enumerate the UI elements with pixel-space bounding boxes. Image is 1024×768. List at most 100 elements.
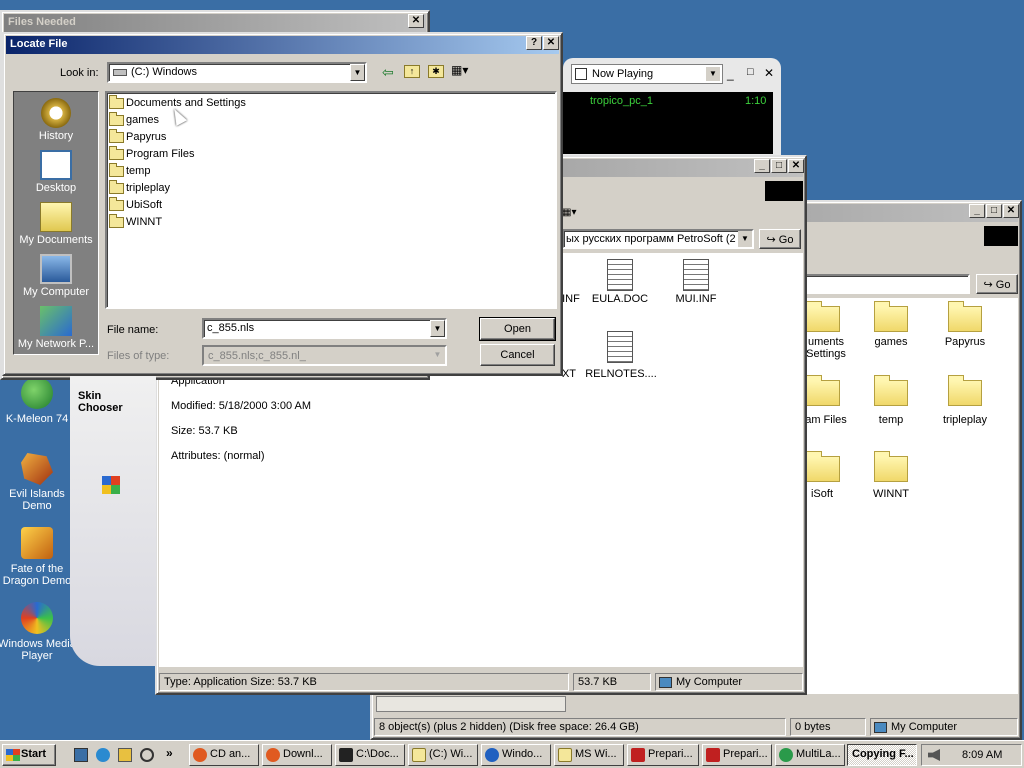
maximize-button[interactable]: □ bbox=[747, 66, 754, 78]
file-name-label: File name: bbox=[107, 324, 159, 336]
folder-icon bbox=[109, 145, 124, 160]
files-of-type-dropdown: c_855.nls;c_855.nl_ ▼ bbox=[202, 345, 447, 366]
zone-label: My Computer bbox=[891, 721, 958, 733]
folder-icon bbox=[558, 748, 572, 762]
list-item[interactable]: tripleplay bbox=[109, 179, 553, 199]
folder-label: Papyrus bbox=[944, 336, 986, 348]
task-button[interactable]: (C:) Wi... bbox=[408, 744, 478, 766]
kmeleon-icon bbox=[21, 377, 53, 409]
view-menu-icon[interactable]: ▦▾ bbox=[451, 63, 468, 77]
list-item[interactable]: WINNT bbox=[109, 213, 553, 233]
file-label: UbiSoft bbox=[126, 199, 163, 211]
my-computer-icon bbox=[40, 254, 72, 284]
file-size: Size: 53.7 KB bbox=[171, 425, 238, 437]
folder-icon bbox=[109, 179, 124, 194]
list-item[interactable]: Program Files bbox=[109, 145, 553, 165]
maximize-button[interactable]: □ bbox=[771, 159, 787, 173]
internet-explorer-icon[interactable] bbox=[96, 748, 110, 762]
places-my-computer[interactable]: My Computer bbox=[14, 254, 98, 298]
file-label: MUI.INF bbox=[675, 293, 717, 305]
system-tray: 8:09 AM bbox=[921, 744, 1022, 766]
folder-icon bbox=[874, 451, 908, 482]
task-button[interactable]: Prepari... bbox=[627, 744, 699, 766]
chevron-down-icon[interactable]: ▼ bbox=[430, 320, 445, 337]
now-playing-dropdown[interactable]: Now Playing ▼ bbox=[571, 64, 723, 84]
list-item[interactable]: UbiSoft bbox=[109, 196, 553, 216]
status-bar: Type: Application Size: 53.7 KB 53.7 KB … bbox=[159, 673, 805, 693]
places-my-documents[interactable]: My Documents bbox=[14, 202, 98, 246]
close-button[interactable]: ✕ bbox=[788, 159, 804, 173]
status-bytes: 0 bytes bbox=[790, 718, 866, 736]
outlook-icon[interactable] bbox=[118, 748, 132, 762]
file-name-input[interactable]: c_855.nls ▼ bbox=[202, 318, 447, 339]
list-item[interactable]: temp bbox=[109, 162, 553, 182]
firefox-icon bbox=[193, 748, 207, 762]
go-button[interactable]: ↪ Go bbox=[976, 274, 1018, 294]
task-button[interactable]: Downl... bbox=[262, 744, 332, 766]
up-folder-icon[interactable]: ↑ bbox=[404, 65, 420, 78]
cancel-button[interactable]: Cancel bbox=[480, 344, 555, 366]
start-button[interactable]: Start bbox=[2, 744, 56, 766]
close-button[interactable]: ✕ bbox=[543, 36, 559, 50]
task-button[interactable]: CD an... bbox=[189, 744, 259, 766]
desktop-icon-label: Windows Media Player bbox=[0, 638, 76, 662]
desktop-icon bbox=[40, 150, 72, 180]
task-button[interactable]: Windo... bbox=[481, 744, 551, 766]
folder-icon bbox=[874, 375, 908, 406]
close-button[interactable]: ✕ bbox=[408, 14, 424, 28]
back-arrow-icon[interactable]: ⇦ bbox=[382, 64, 394, 81]
list-item[interactable]: Papyrus bbox=[109, 128, 553, 148]
task-button[interactable]: MS Wi... bbox=[554, 744, 624, 766]
my-documents-icon bbox=[40, 202, 72, 232]
views-menu-icon[interactable]: ▦▾ bbox=[562, 207, 582, 223]
chevron-down-icon[interactable]: ▼ bbox=[738, 231, 752, 247]
minimize-button[interactable]: _ bbox=[754, 159, 770, 173]
file-attributes: Attributes: (normal) bbox=[171, 450, 265, 462]
show-desktop-icon[interactable] bbox=[74, 748, 88, 762]
search-icon[interactable] bbox=[140, 748, 154, 762]
desktop-icon-label: K-Meleon 74 bbox=[5, 413, 69, 425]
task-button[interactable]: MultiLa... bbox=[775, 744, 845, 766]
chevron-down-icon[interactable]: ▼ bbox=[350, 64, 365, 81]
maximize-button[interactable]: □ bbox=[986, 204, 1002, 218]
document-icon bbox=[607, 331, 633, 363]
clock[interactable]: 8:09 AM bbox=[962, 749, 1002, 761]
address-bar[interactable] bbox=[802, 274, 970, 294]
zone-label: My Computer bbox=[676, 676, 743, 688]
chevron-right-icon[interactable]: » bbox=[166, 746, 173, 760]
look-in-dropdown[interactable]: (C:) Windows ▼ bbox=[107, 62, 367, 83]
minimize-button[interactable]: _ bbox=[969, 204, 985, 218]
task-label: MS Wi... bbox=[575, 748, 617, 760]
help-button[interactable]: ? bbox=[526, 36, 542, 50]
close-button[interactable]: ✕ bbox=[1003, 204, 1019, 218]
new-folder-icon[interactable]: ✱ bbox=[428, 65, 444, 78]
go-button[interactable]: ↪ Go bbox=[759, 229, 801, 249]
horizontal-scrollbar[interactable] bbox=[376, 696, 566, 712]
task-button-active[interactable]: Copying F... bbox=[847, 744, 917, 766]
folder-label: tripleplay bbox=[942, 414, 988, 426]
minimize-button[interactable]: _ bbox=[727, 67, 734, 81]
folder-icon bbox=[806, 451, 840, 482]
file-list[interactable]: Documents and Settings games Papyrus Pro… bbox=[105, 91, 557, 309]
skin-chooser-label[interactable]: Skin Chooser bbox=[78, 390, 138, 414]
folder-label: games bbox=[874, 336, 908, 348]
windows-logo-icon bbox=[102, 476, 120, 494]
open-button[interactable]: Open bbox=[479, 317, 556, 341]
places-desktop[interactable]: Desktop bbox=[14, 150, 98, 194]
task-button[interactable]: C:\Doc... bbox=[335, 744, 405, 766]
folder-icon bbox=[109, 111, 124, 126]
places-my-network[interactable]: My Network P... bbox=[14, 306, 98, 350]
close-button[interactable]: ✕ bbox=[764, 66, 774, 80]
volume-icon[interactable] bbox=[928, 749, 940, 761]
go-label: Go bbox=[995, 279, 1011, 291]
setup-icon bbox=[631, 748, 645, 762]
task-label: (C:) Wi... bbox=[429, 748, 473, 760]
file-label: Papyrus bbox=[126, 131, 167, 143]
task-button[interactable]: Prepari... bbox=[702, 744, 772, 766]
document-icon bbox=[683, 259, 709, 291]
dragon-icon bbox=[21, 453, 53, 485]
locate-file-dialog: Locate File ? ✕ Look in: (C:) Windows ▼ … bbox=[2, 32, 563, 376]
address-bar[interactable]: ых русских программ PetroSoft (2 ▼ bbox=[562, 229, 754, 249]
places-history[interactable]: History bbox=[14, 98, 98, 142]
file-modified: Modified: 5/18/2000 3:00 AM bbox=[171, 400, 312, 412]
